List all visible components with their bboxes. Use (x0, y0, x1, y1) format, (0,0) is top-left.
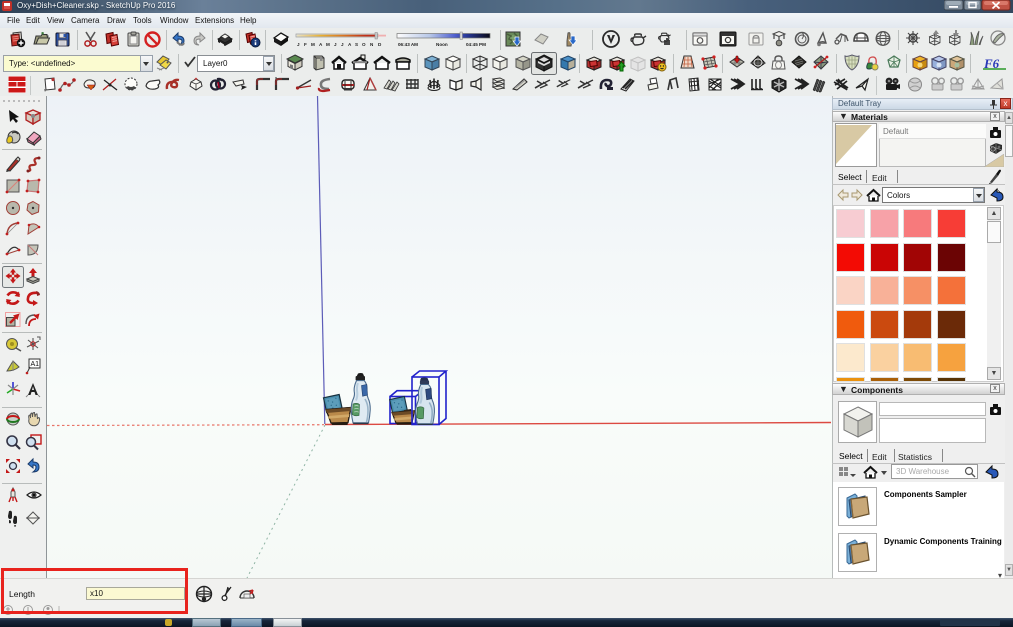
svg-text:Noon: Noon (436, 42, 448, 47)
svg-text:F: F (304, 42, 307, 47)
svg-text:O: O (362, 42, 366, 47)
svg-text:A: A (348, 42, 352, 47)
svg-text:J: J (334, 42, 337, 47)
svg-text:04:45 PM: 04:45 PM (466, 42, 486, 47)
svg-text:J: J (341, 42, 344, 47)
svg-text:D: D (378, 42, 382, 47)
svg-text:S: S (355, 42, 358, 47)
svg-text:M: M (326, 42, 330, 47)
svg-text:N: N (370, 42, 374, 47)
svg-text:A1: A1 (31, 361, 40, 368)
svg-text:M: M (311, 42, 315, 47)
svg-text:A: A (319, 42, 323, 47)
svg-text:06:43 AM: 06:43 AM (398, 42, 418, 47)
svg-text:J: J (297, 42, 300, 47)
